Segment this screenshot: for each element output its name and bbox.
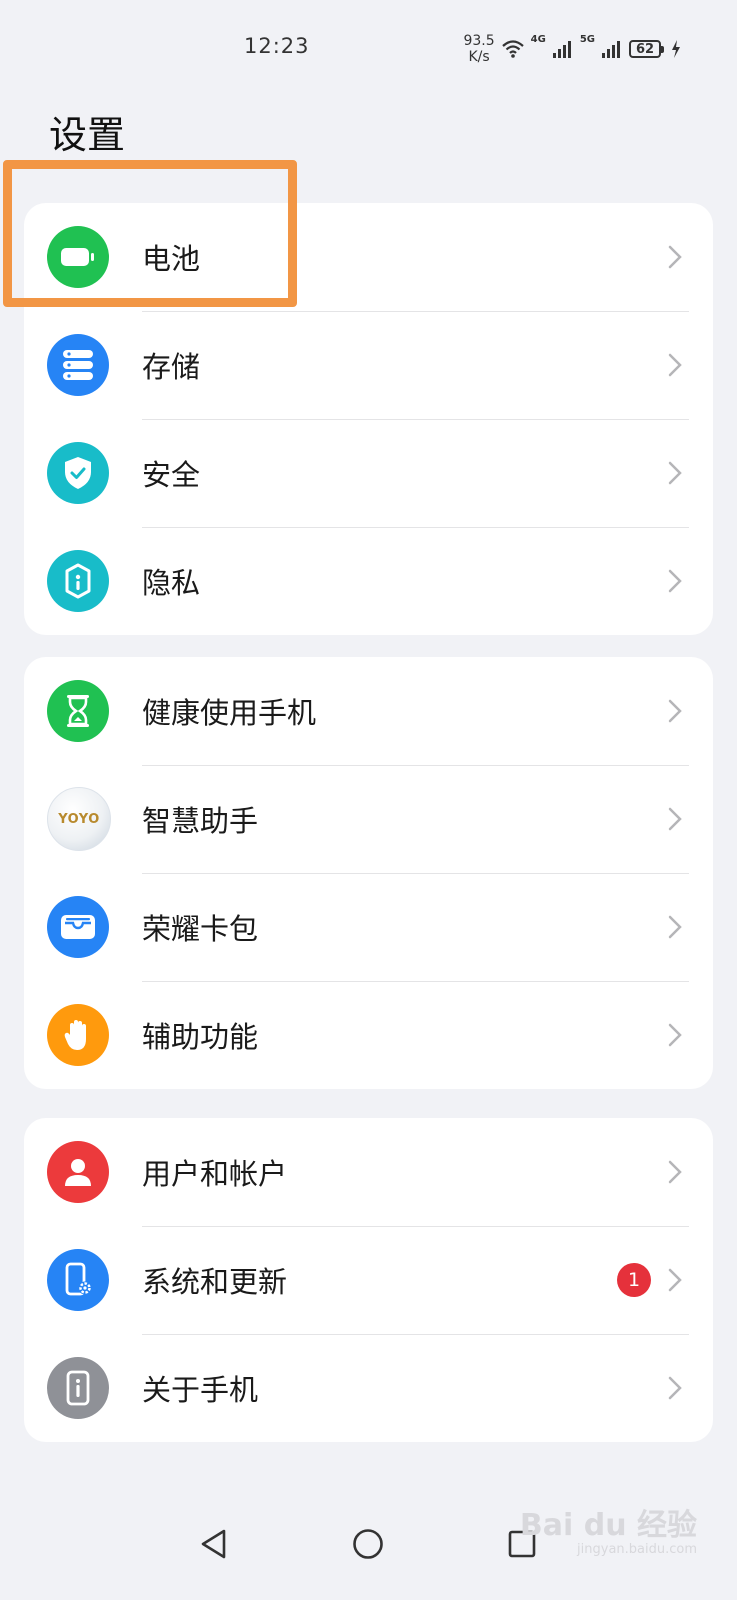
home-circle-icon: [353, 1529, 383, 1559]
home-button[interactable]: [352, 1528, 384, 1560]
yoyo-text: YOYO: [58, 811, 100, 827]
chevron-right-icon: [668, 461, 682, 485]
signal-icon: [552, 41, 571, 58]
settings-item-label: 隐私: [142, 566, 201, 600]
status-icons: 93.5 K/s 4G 5G 62: [463, 32, 681, 66]
chevron-right-icon: [668, 245, 682, 269]
settings-group-3: 用户和帐户 系统和更新 1 关于手机: [24, 1118, 713, 1442]
settings-item-storage[interactable]: 存储: [24, 311, 713, 419]
settings-item-accessibility[interactable]: 辅助功能: [24, 981, 713, 1089]
system-update-icon: [47, 1249, 109, 1311]
settings-group-2: 健康使用手机 YOYO 智慧助手 荣耀卡包 辅助功能: [24, 657, 713, 1089]
battery-indicator: 62: [629, 40, 664, 58]
signal-icon-2: [602, 41, 620, 58]
settings-item-label: 系统和更新: [142, 1265, 288, 1299]
hourglass-icon: [47, 680, 109, 742]
wallet-icon: [47, 896, 109, 958]
highlight-annotation-box: [3, 160, 297, 307]
storage-icon: [47, 334, 109, 396]
chevron-right-icon: [668, 915, 682, 939]
settings-item-security[interactable]: 安全: [24, 419, 713, 527]
signal-type-4g: 4G: [530, 34, 546, 45]
network-speed-value: 93.5: [463, 33, 495, 49]
settings-item-label: 智慧助手: [142, 804, 259, 838]
charging-icon: [672, 40, 680, 58]
user-icon: [47, 1141, 109, 1203]
chevron-right-icon: [668, 1160, 682, 1184]
notification-badge: 1: [617, 1263, 651, 1297]
chevron-right-icon: [668, 807, 682, 831]
settings-item-label: 安全: [142, 458, 201, 492]
about-phone-icon: [47, 1357, 109, 1419]
hand-icon: [47, 1004, 109, 1066]
settings-item-digital-balance[interactable]: 健康使用手机: [24, 657, 713, 765]
wifi-icon: [501, 40, 524, 58]
back-button[interactable]: [198, 1528, 230, 1560]
watermark-logo: Bai du 经验: [519, 1508, 697, 1543]
settings-item-label: 用户和帐户: [142, 1157, 288, 1191]
chevron-right-icon: [668, 1268, 682, 1292]
status-time: 12:23: [244, 34, 310, 58]
chevron-right-icon: [668, 699, 682, 723]
settings-item-wallet[interactable]: 荣耀卡包: [24, 873, 713, 981]
shield-icon: [47, 442, 109, 504]
status-bar: 12:23 93.5 K/s 4G 5G 62: [0, 0, 737, 100]
battery-level: 62: [635, 41, 655, 57]
settings-item-label: 关于手机: [142, 1373, 259, 1407]
settings-item-privacy[interactable]: 隐私: [24, 527, 713, 635]
back-triangle-icon: [201, 1529, 226, 1559]
settings-item-label: 存储: [142, 350, 201, 384]
page-title: 设置: [49, 113, 126, 157]
chevron-right-icon: [668, 1376, 682, 1400]
yoyo-assistant-icon: YOYO: [47, 787, 111, 851]
settings-item-users-accounts[interactable]: 用户和帐户: [24, 1118, 713, 1226]
settings-item-system-update[interactable]: 系统和更新 1: [24, 1226, 713, 1334]
privacy-lock-icon: [47, 550, 109, 612]
signal-type-5g: 5G: [579, 34, 595, 45]
network-speed-unit: K/s: [468, 49, 490, 65]
settings-item-about-phone[interactable]: 关于手机: [24, 1334, 713, 1442]
chevron-right-icon: [668, 1023, 682, 1047]
settings-item-smart-assistant[interactable]: YOYO 智慧助手: [24, 765, 713, 873]
chevron-right-icon: [668, 353, 682, 377]
chevron-right-icon: [668, 569, 682, 593]
settings-item-label: 辅助功能: [142, 1020, 259, 1054]
watermark-url: jingyan.baidu.com: [577, 1542, 697, 1557]
settings-item-label: 荣耀卡包: [142, 912, 259, 946]
network-speed: 93.5 K/s: [463, 33, 494, 65]
settings-item-label: 健康使用手机: [142, 696, 317, 730]
